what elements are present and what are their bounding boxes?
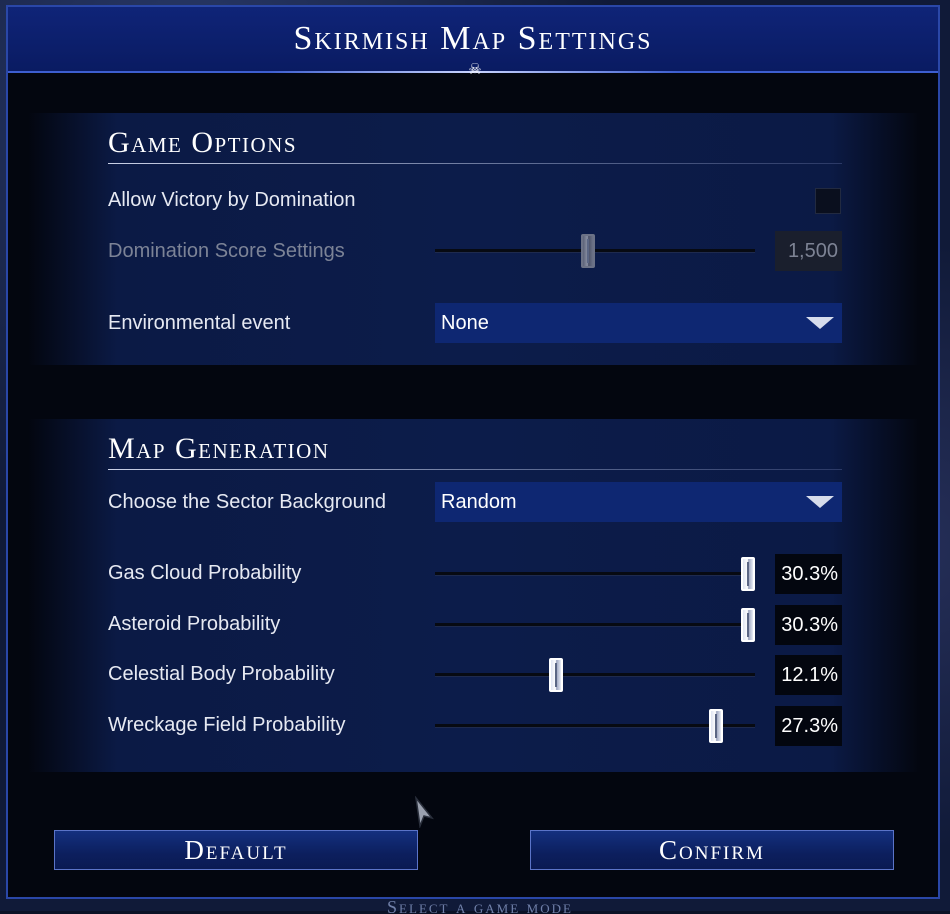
triangle-down-icon [806,496,834,508]
section-divider [108,469,842,470]
confirm-button[interactable]: Confirm [530,830,894,870]
skirmish-settings-dialog: Skirmish Map Settings ☠ Game Options All… [6,5,940,899]
section-title-game-options: Game Options [108,126,298,159]
environmental-event-dropdown[interactable]: None [435,303,842,343]
wreckage-field-slider-thumb[interactable] [709,709,723,743]
gas-cloud-value: 30.3% [775,554,842,594]
section-divider [108,163,842,164]
sector-background-selected: Random [441,491,517,513]
wreckage-field-value: 27.3% [775,706,842,746]
environmental-event-label: Environmental event [108,312,291,334]
environmental-event-selected: None [441,312,489,334]
dialog-title: Skirmish Map Settings [293,20,653,57]
section-title-map-generation: Map Generation [108,432,330,465]
asteroid-slider-track[interactable] [435,623,755,627]
celestial-body-slider-track[interactable] [435,673,755,677]
gas-cloud-slider-track[interactable] [435,572,755,576]
sector-background-dropdown[interactable]: Random [435,482,842,522]
celestial-body-slider-thumb[interactable] [549,658,563,692]
map-generation-panel: Map Generation Choose the Sector Backgro… [28,419,920,772]
allow-victory-label: Allow Victory by Domination [108,189,356,211]
domination-score-slider-track[interactable] [435,249,755,253]
domination-score-value: 1,500 [775,231,842,271]
asteroid-slider-thumb[interactable] [741,608,755,642]
domination-score-slider-thumb[interactable] [581,234,595,268]
wreckage-field-slider-track[interactable] [435,724,755,728]
game-options-panel: Game Options Allow Victory by Domination… [28,113,920,365]
domination-score-label: Domination Score Settings [108,240,345,262]
sector-background-label: Choose the Sector Background [108,491,386,513]
asteroid-value: 30.3% [775,605,842,645]
background-hint-text: Select a game mode [387,900,573,914]
celestial-body-label: Celestial Body Probability [108,663,335,685]
skull-icon: ☠ [468,61,482,78]
gas-cloud-slider-thumb[interactable] [741,557,755,591]
allow-victory-checkbox[interactable] [815,188,841,214]
asteroid-label: Asteroid Probability [108,613,281,635]
triangle-down-icon [806,317,834,329]
celestial-body-value: 12.1% [775,655,842,695]
default-button[interactable]: Default [54,830,418,870]
arrow-cursor-icon [414,796,434,828]
gas-cloud-label: Gas Cloud Probability [108,562,302,584]
wreckage-field-label: Wreckage Field Probability [108,714,346,736]
